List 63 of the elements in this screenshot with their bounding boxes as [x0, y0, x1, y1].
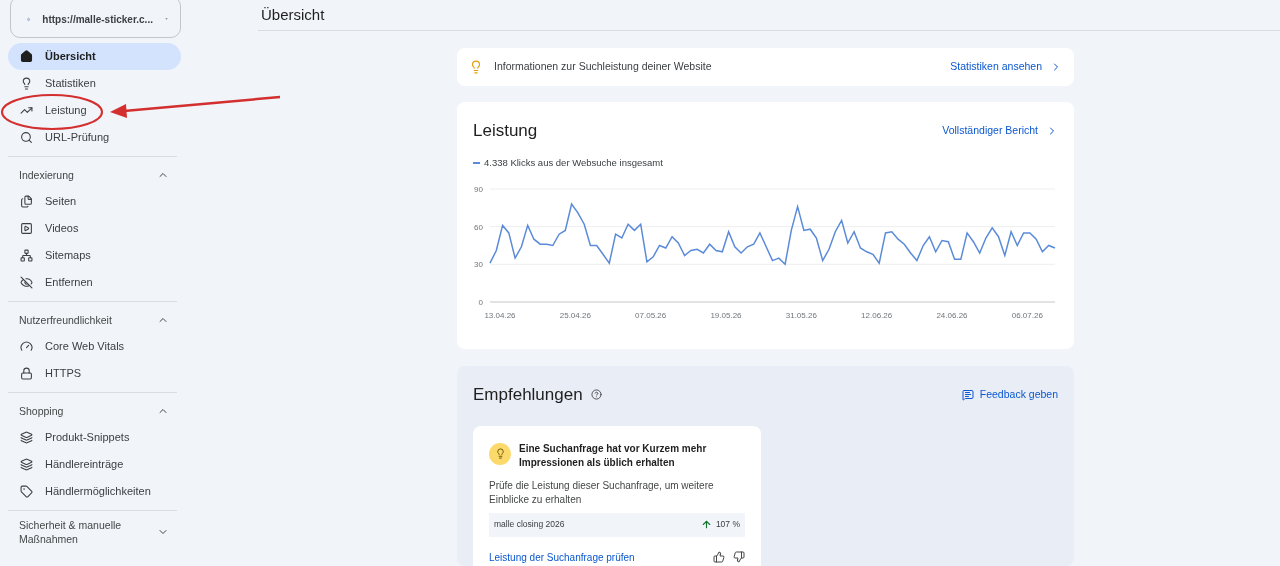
feedback-link[interactable]: Feedback geben — [961, 386, 1058, 403]
home-icon — [20, 50, 33, 63]
x-tick-label: 31.05.26 — [785, 310, 817, 320]
sidebar-item[interactable]: Sitemaps — [8, 242, 177, 269]
report-link[interactable]: Vollständiger Bericht — [942, 122, 1058, 139]
trend-icon — [20, 104, 33, 117]
sitemap-icon — [20, 249, 33, 262]
x-tick-label: 25.04.26 — [559, 310, 591, 320]
sidebar-item[interactable]: Händlereinträge — [8, 451, 177, 478]
y-tick-label: 0 — [478, 297, 483, 307]
lightbulb-icon — [469, 60, 483, 74]
hidden-eye-icon — [20, 276, 33, 289]
x-tick-label: 24.06.26 — [936, 310, 968, 320]
x-tick-label: 19.05.26 — [710, 310, 742, 320]
x-tick-label: 07.05.26 — [635, 310, 667, 320]
section-header[interactable]: Sicherheit & manuelle Maßnahmen — [8, 515, 177, 549]
y-tick-label: 60 — [474, 222, 483, 232]
legend-swatch — [473, 161, 480, 164]
tag-icon — [20, 485, 33, 498]
section-header[interactable]: Shopping — [8, 397, 177, 424]
section-header[interactable]: Indexierung — [8, 161, 177, 188]
sidebar-item[interactable]: HTTPS — [8, 360, 177, 387]
query-text: malle closing 2026 — [494, 518, 565, 531]
legend-label: 4.338 Klicks aus der Websuche insgesamt — [484, 155, 663, 170]
recommendation-title: Eine Suchanfrage hat vor Kurzem mehr Impressionen als üblich erhalten — [519, 441, 708, 470]
layers-icon — [20, 431, 33, 444]
statistics-link[interactable]: Statistiken ansehen — [950, 59, 1062, 75]
sidebar-item[interactable]: URL-Prüfung — [8, 124, 181, 151]
sidebar-item[interactable]: Produkt-Snippets — [8, 424, 177, 451]
gauge-icon — [20, 340, 33, 353]
section-title: Empfehlungen — [473, 384, 583, 406]
x-tick-label: 12.06.26 — [861, 310, 893, 320]
x-tick-label: 13.04.26 — [484, 310, 516, 320]
sidebar-item[interactable]: Videos — [8, 215, 177, 242]
sidebar-item[interactable]: Core Web Vitals — [8, 333, 177, 360]
y-tick-label: 30 — [474, 260, 483, 270]
help-icon — [590, 389, 602, 401]
sidebar-item[interactable]: Entfernen — [8, 269, 177, 296]
info-text: Informationen zur Suchleistung deiner Website — [494, 59, 712, 75]
page-title: Übersicht — [261, 4, 325, 25]
sidebar-item[interactable]: Händlermöglichkeiten — [8, 478, 177, 505]
lightbulb-badge — [489, 442, 511, 465]
sidebar-item[interactable]: Seiten — [8, 188, 177, 215]
sidebar-item[interactable]: Leistung — [8, 97, 181, 124]
section-header[interactable]: Nutzerfreundlichkeit — [8, 306, 177, 333]
arrow-up-icon — [700, 519, 712, 530]
video-icon — [20, 222, 33, 235]
sidebar-item[interactable]: Übersicht — [8, 43, 181, 70]
x-tick-label: 06.07.26 — [1011, 310, 1043, 320]
lock-icon — [20, 367, 33, 380]
change-value: 107 % — [715, 518, 740, 531]
search-icon — [20, 131, 33, 144]
card-title: Leistung — [473, 120, 538, 142]
thumbs-down-icon[interactable] — [733, 551, 745, 563]
sidebar-item[interactable]: Statistiken — [8, 70, 181, 97]
layers-icon — [20, 458, 33, 471]
thumbs-up-icon[interactable] — [713, 551, 725, 563]
feedback-icon — [961, 388, 974, 401]
recommendation-text: Prüfe die Leistung dieser Suchanfrage, um weitere Einblicke zu erhalten — [489, 478, 715, 507]
y-tick-label: 90 — [474, 184, 483, 194]
query-link[interactable]: Leistung der Suchanfrage prüfen — [489, 549, 635, 565]
lightbulb-icon — [20, 77, 33, 90]
pages-icon — [20, 195, 33, 208]
